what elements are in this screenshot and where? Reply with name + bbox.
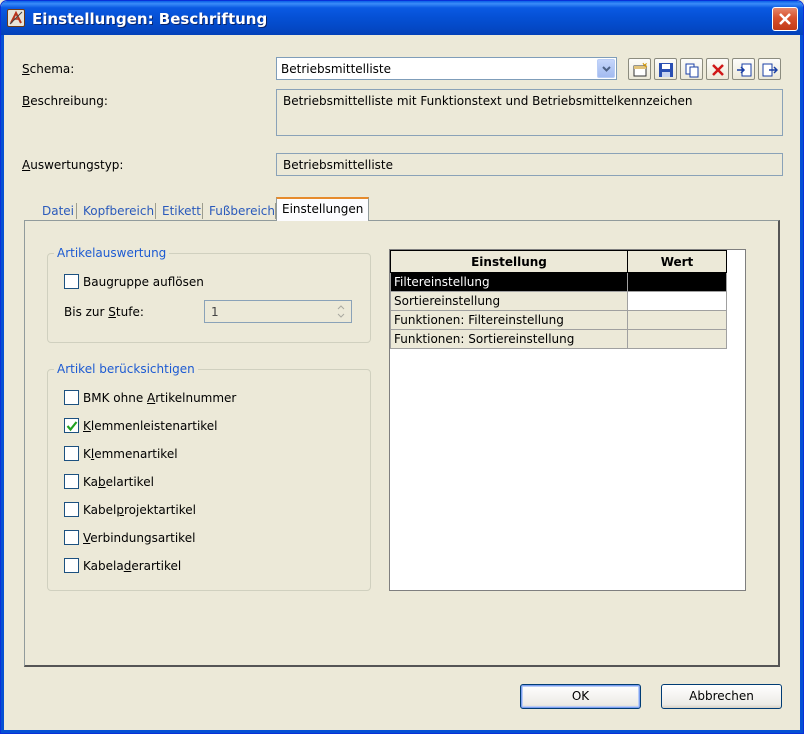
export-icon bbox=[762, 63, 778, 77]
table-row[interactable]: Funktionen: Sortiereinstellung bbox=[390, 329, 727, 349]
bmk-ohne-artikelnummer-checkbox[interactable] bbox=[64, 390, 79, 405]
cell-wert[interactable] bbox=[627, 329, 727, 349]
artikelauswertung-group: Artikelauswertung bbox=[47, 246, 371, 343]
stufe-label: Bis zur Stufe: bbox=[64, 305, 144, 319]
kabeladerartikel-checkbox[interactable] bbox=[64, 558, 79, 573]
klemmenartikel-checkbox[interactable] bbox=[64, 446, 79, 461]
export-schema-button[interactable] bbox=[758, 58, 781, 80]
settings-table: Einstellung Wert Filtereinstellung Sorti… bbox=[390, 250, 727, 349]
save-icon bbox=[659, 63, 673, 77]
table-row[interactable]: Sortiereinstellung bbox=[390, 291, 727, 311]
window-title: Einstellungen: Beschriftung bbox=[32, 10, 268, 28]
copy-icon bbox=[685, 63, 699, 78]
verbindungsartikel-checkbox[interactable] bbox=[64, 530, 79, 545]
tab-separator bbox=[155, 203, 156, 219]
delete-schema-button[interactable] bbox=[706, 58, 729, 80]
auswertungstyp-field: Betriebsmittelliste bbox=[276, 153, 783, 176]
schema-label: Schema: bbox=[22, 62, 75, 76]
kabelprojektartikel-label[interactable]: Kabelprojektartikel bbox=[83, 503, 196, 517]
kabelprojektartikel-checkbox[interactable] bbox=[64, 502, 79, 517]
frame-right bbox=[800, 35, 803, 733]
klemmenleistenartikel-checkbox[interactable] bbox=[64, 418, 79, 433]
chevron-down-icon bbox=[602, 66, 611, 72]
stufe-stepper[interactable]: 1 bbox=[204, 300, 352, 323]
schema-value: Betriebsmittelliste bbox=[281, 62, 391, 76]
frame-left bbox=[1, 35, 4, 733]
cancel-button[interactable]: Abbrechen bbox=[661, 684, 782, 709]
save-schema-button[interactable] bbox=[654, 58, 677, 80]
tab-kopfbereich[interactable]: Kopfbereich bbox=[78, 201, 159, 222]
stepper-up-down-icon bbox=[337, 305, 345, 318]
bmk-ohne-artikelnummer-label[interactable]: BMK ohne Artikelnummer bbox=[83, 391, 236, 405]
beschreibung-label: Beschreibung: bbox=[22, 94, 108, 108]
table-row[interactable]: Filtereinstellung bbox=[390, 272, 727, 292]
klemmenartikel-label[interactable]: Klemmenartikel bbox=[83, 447, 178, 461]
import-schema-button[interactable] bbox=[732, 58, 755, 80]
cell-wert[interactable] bbox=[627, 310, 727, 330]
column-header-einstellung[interactable]: Einstellung bbox=[390, 250, 628, 273]
tab-datei[interactable]: Datei bbox=[37, 201, 79, 222]
kabelartikel-label[interactable]: Kabelartikel bbox=[83, 475, 154, 489]
close-icon bbox=[779, 13, 791, 25]
klemmenleistenartikel-label[interactable]: Klemmenleistenartikel bbox=[83, 419, 218, 433]
checkmark-icon bbox=[66, 421, 78, 432]
verbindungsartikel-label[interactable]: Verbindungsartikel bbox=[83, 531, 195, 545]
schema-dropdown[interactable]: Betriebsmittelliste bbox=[276, 57, 617, 80]
copy-schema-button[interactable] bbox=[680, 58, 703, 80]
cell-einstellung[interactable]: Funktionen: Sortiereinstellung bbox=[390, 329, 628, 349]
cell-wert[interactable] bbox=[627, 272, 727, 292]
stufe-value: 1 bbox=[211, 305, 219, 319]
import-icon bbox=[737, 63, 752, 77]
frame-bottom bbox=[1, 730, 803, 733]
cell-einstellung[interactable]: Sortiereinstellung bbox=[390, 291, 628, 311]
close-button[interactable] bbox=[772, 7, 798, 31]
beschreibung-field: Betriebsmittelliste mit Funktionstext un… bbox=[276, 89, 783, 136]
title-bar[interactable]: Einstellungen: Beschriftung bbox=[1, 1, 803, 35]
tab-separator bbox=[202, 203, 203, 219]
artikelauswertung-title: Artikelauswertung bbox=[54, 246, 170, 260]
dialog-window: Einstellungen: Beschriftung Schema: Betr… bbox=[0, 0, 804, 734]
app-icon bbox=[7, 9, 25, 27]
settings-grid[interactable]: Einstellung Wert Filtereinstellung Sorti… bbox=[389, 249, 746, 591]
tab-etikett[interactable]: Etikett bbox=[157, 201, 206, 222]
new-schema-button[interactable] bbox=[628, 58, 651, 80]
new-icon bbox=[633, 62, 648, 77]
kabelartikel-checkbox[interactable] bbox=[64, 474, 79, 489]
kabeladerartikel-label[interactable]: Kabeladerartikel bbox=[83, 559, 181, 573]
tab-separator bbox=[76, 203, 77, 219]
ok-button[interactable]: OK bbox=[520, 684, 641, 709]
column-header-wert[interactable]: Wert bbox=[627, 250, 727, 273]
baugruppe-aufloesen-checkbox[interactable] bbox=[64, 274, 79, 289]
baugruppe-aufloesen-label[interactable]: Baugruppe auflösen bbox=[83, 275, 204, 289]
cell-wert[interactable] bbox=[627, 291, 727, 311]
auswertungstyp-label: Auswertungstyp: bbox=[22, 158, 124, 172]
tab-fussbereich[interactable]: Fußbereich bbox=[204, 201, 280, 222]
stepper-arrows[interactable] bbox=[333, 303, 349, 320]
cell-einstellung[interactable]: Filtereinstellung bbox=[390, 272, 628, 292]
delete-icon bbox=[712, 64, 724, 76]
table-row[interactable]: Funktionen: Filtereinstellung bbox=[390, 310, 727, 330]
dropdown-arrow-button[interactable] bbox=[597, 59, 615, 78]
cell-einstellung[interactable]: Funktionen: Filtereinstellung bbox=[390, 310, 628, 330]
tab-einstellungen[interactable]: Einstellungen bbox=[276, 197, 370, 221]
artikel-beruecksichtigen-title: Artikel berücksichtigen bbox=[54, 362, 198, 376]
